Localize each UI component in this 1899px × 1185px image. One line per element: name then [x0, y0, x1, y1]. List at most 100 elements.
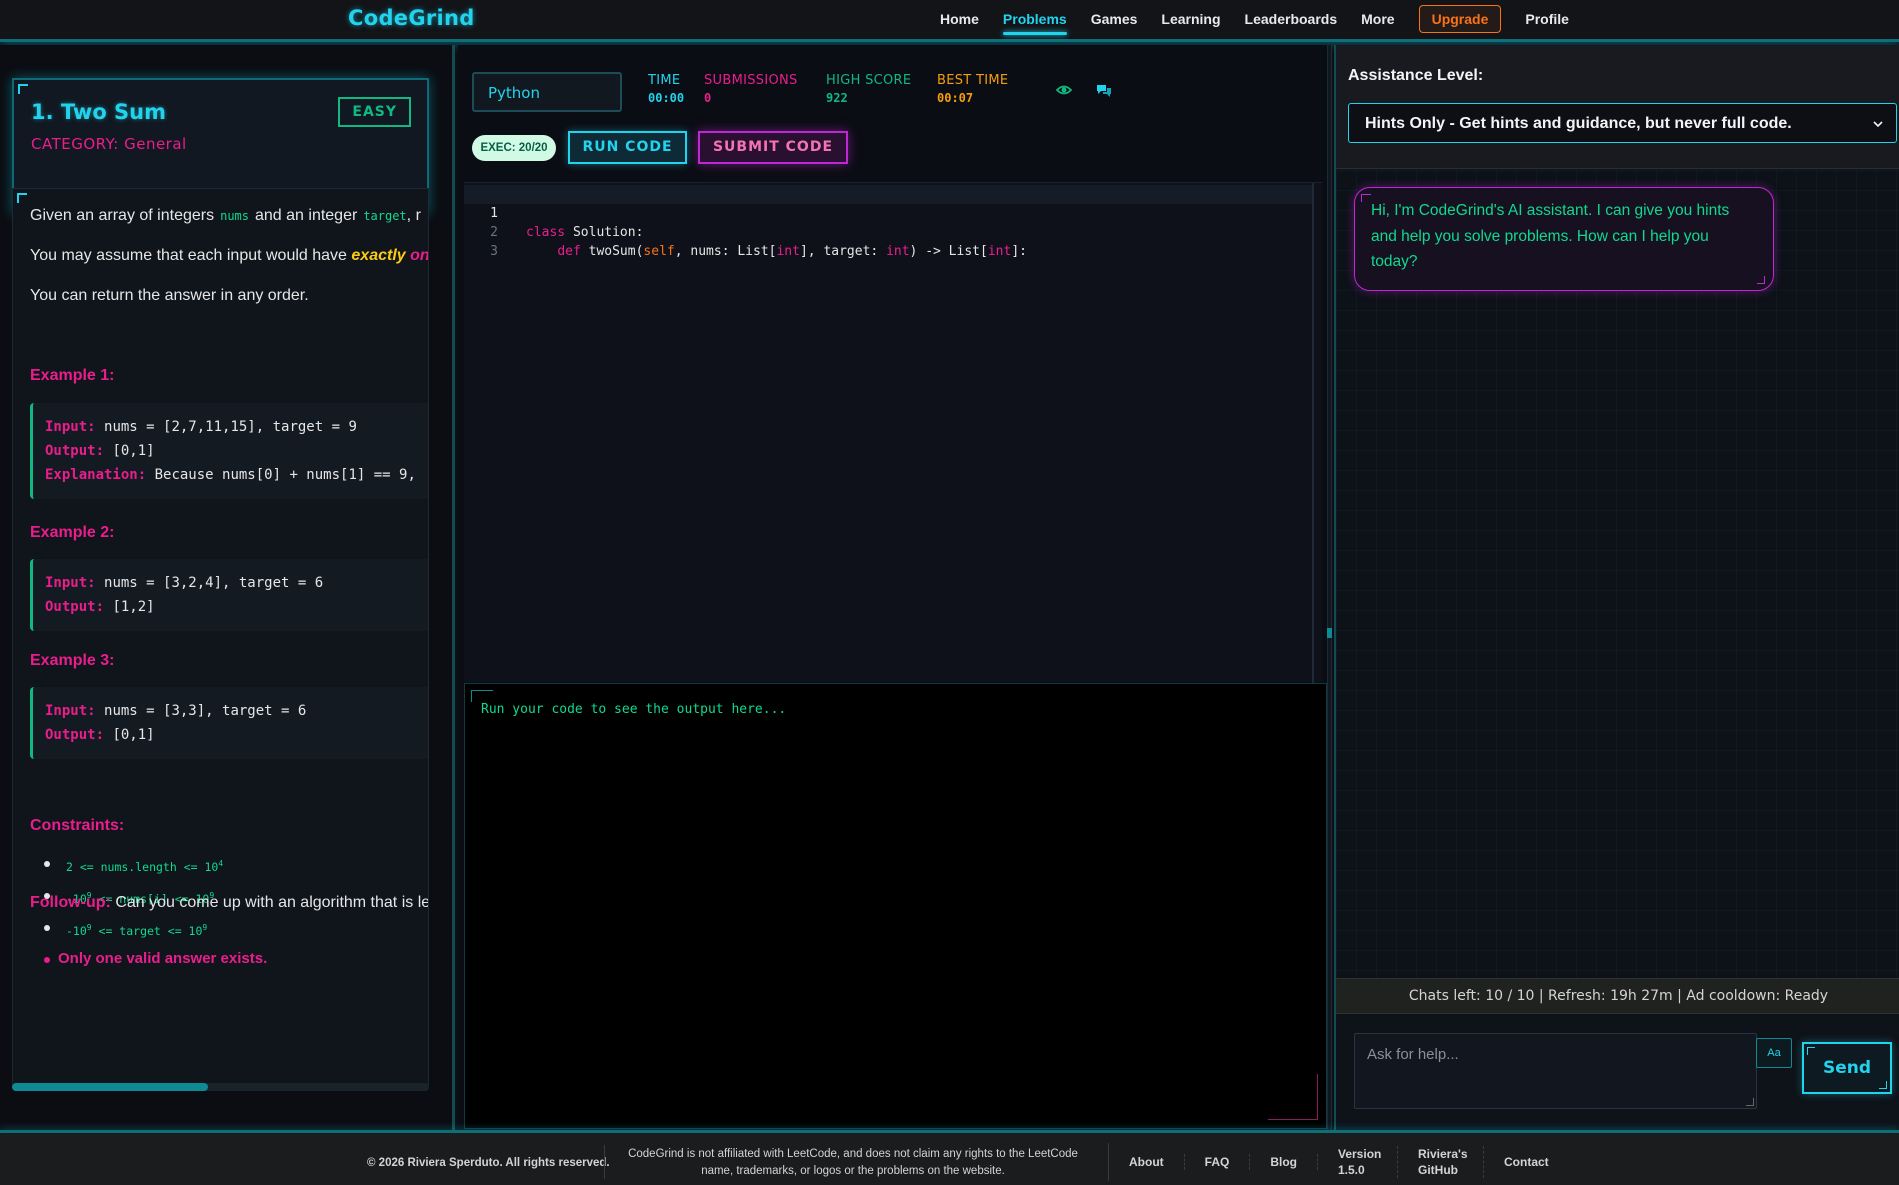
assistance-level-select[interactable]: Hints Only - Get hints and guidance, but…	[1348, 103, 1897, 143]
assistant-panel: Assistance Level: Hints Only - Get hints…	[1334, 45, 1899, 1132]
font-size-button[interactable]: Aa	[1756, 1038, 1792, 1068]
panel-splitter[interactable]	[1327, 45, 1332, 1132]
footer-link-about[interactable]: About	[1109, 1154, 1185, 1170]
constraints-heading: Constraints:	[30, 817, 125, 834]
output-console: Run your code to see the output here...	[464, 683, 1327, 1129]
constraint-exponent: 4	[218, 859, 224, 868]
constraint-text: -10	[66, 923, 87, 938]
example-label: Output:	[45, 727, 105, 743]
nav-menu: Home Problems Games Learning Leaderboard…	[940, 0, 1593, 38]
footer-separator	[604, 1145, 605, 1179]
followup-text: Can you come up with an algorithm that i…	[115, 894, 429, 911]
example-value: nums = [2,7,11,15], target = 9	[104, 419, 357, 435]
constraint-item: -109 <= target <= 109	[44, 918, 428, 950]
description-text: Given an array of integers	[30, 207, 215, 224]
assistance-level-bar: Assistance Level: Hints Only - Get hints…	[1336, 45, 1899, 169]
description-paragraph: You can return the answer in any order.	[30, 287, 309, 304]
corner-decoration	[18, 84, 28, 94]
emphasis-text: exactly	[351, 247, 406, 264]
description-text: and an integer	[255, 207, 358, 224]
nav-item-profile[interactable]: Profile	[1525, 11, 1569, 27]
assistance-level-value: Hints Only - Get hints and guidance, but…	[1365, 115, 1792, 132]
footer: © 2026 Riviera Sperduto. All rights rese…	[0, 1133, 1899, 1185]
example-heading: Example 2:	[30, 524, 115, 541]
example-value: [0,1]	[112, 443, 155, 459]
footer-link-github[interactable]: Riviera's GitHub	[1398, 1146, 1484, 1178]
corner-decoration	[1879, 1081, 1887, 1089]
nav-item-problems[interactable]: Problems	[1002, 11, 1067, 35]
message-text: Hi, I'm CodeGrind's AI assistant. I can …	[1371, 202, 1730, 270]
code-text: def twoSum(self, nums: List[int], target…	[557, 244, 1027, 259]
description-paragraph: You may assume that each input would hav…	[30, 247, 429, 265]
chat-quota-status: Chats left: 10 / 10 | Refresh: 19h 27m |…	[1336, 978, 1899, 1014]
stat-time: TIME 00:00	[648, 73, 684, 105]
resize-handle[interactable]	[1746, 1098, 1754, 1106]
example-block: Input: nums = [2,7,11,15], target = 9 Ou…	[30, 403, 428, 499]
constraint-item-highlight: Only one valid answer exists.	[44, 950, 428, 967]
logo[interactable]: CodeGrind	[348, 6, 475, 30]
example-block: Input: nums = [3,3], target = 6 Output: …	[30, 687, 428, 759]
inline-code: nums	[220, 209, 249, 223]
footer-link-version[interactable]: Version 1.5.0	[1318, 1146, 1398, 1178]
chat-icon[interactable]	[1096, 82, 1112, 98]
example-label: Input:	[45, 703, 96, 719]
stat-high-score: HIGH SCORE 922	[826, 73, 911, 105]
stat-label: HIGH SCORE	[826, 73, 912, 88]
stat-label: SUBMISSIONS	[704, 73, 798, 88]
nav-item-learning[interactable]: Learning	[1161, 11, 1220, 27]
constraint-text: <= target <= 10	[91, 923, 203, 938]
constraint-exponent: 9	[202, 923, 208, 932]
corner-decoration	[1807, 1047, 1815, 1055]
example-value: Because nums[0] + nums[1] == 9,	[154, 467, 416, 483]
example-value: nums = [3,2,4], target = 6	[104, 575, 324, 591]
footer-links: About FAQ Blog Version 1.5.0 Riviera's G…	[1108, 1143, 1569, 1181]
constraint-text: 2 <= nums.length <= 10	[66, 859, 219, 874]
send-button[interactable]: Send	[1802, 1042, 1892, 1094]
problem-title: 1. Two Sum	[31, 100, 167, 124]
problem-category: CATEGORY: General	[31, 135, 187, 153]
example-label: Explanation:	[45, 467, 147, 483]
stat-value: 0	[704, 91, 712, 105]
horizontal-scrollbar[interactable]	[12, 1083, 429, 1091]
copyright: © 2026 Riviera Sperduto. All rights rese…	[367, 1157, 610, 1169]
nav-item-more[interactable]: More	[1361, 11, 1394, 27]
problem-panel: 1. Two Sum EASY CATEGORY: General Given …	[0, 45, 455, 1132]
code-editor[interactable]: 1 class Solution: 2 def twoSum(self, num…	[464, 182, 1322, 683]
footer-link-faq[interactable]: FAQ	[1185, 1154, 1251, 1170]
assistant-message: Hi, I'm CodeGrind's AI assistant. I can …	[1354, 187, 1774, 291]
chat-input[interactable]: Ask for help...	[1354, 1033, 1757, 1109]
inline-code: target	[363, 209, 407, 223]
nav-item-leaderboards[interactable]: Leaderboards	[1245, 11, 1338, 27]
upgrade-button[interactable]: Upgrade	[1418, 5, 1502, 33]
example-heading: Example 3:	[30, 652, 115, 669]
editor-scrollbar[interactable]	[1312, 183, 1314, 683]
code-line: 3	[464, 223, 1314, 259]
stat-best-time: BEST TIME 00:07	[937, 73, 1008, 105]
eye-icon[interactable]	[1056, 82, 1072, 98]
code-line: 1 class Solution:	[464, 185, 1314, 240]
nav-item-home[interactable]: Home	[940, 11, 979, 27]
emphasis-text: one	[410, 247, 429, 264]
example-label: Input:	[45, 419, 96, 435]
nav-item-games[interactable]: Games	[1091, 11, 1138, 27]
scrollbar-thumb[interactable]	[12, 1083, 208, 1091]
send-button-label: Send	[1822, 1058, 1872, 1078]
footer-link-blog[interactable]: Blog	[1250, 1154, 1318, 1170]
chat-messages: Hi, I'm CodeGrind's AI assistant. I can …	[1336, 170, 1899, 978]
stat-label: TIME	[648, 73, 681, 88]
splitter-handle[interactable]	[1327, 628, 1332, 638]
submit-code-button[interactable]: SUBMIT CODE	[698, 131, 848, 164]
constraint-item: 2 <= nums.length <= 104	[44, 854, 428, 886]
example-label: Input:	[45, 575, 96, 591]
disclaimer: CodeGrind is not affiliated with LeetCod…	[628, 1148, 1078, 1177]
problem-description[interactable]: Given an array of integers nums and an int…	[12, 188, 429, 1085]
language-select[interactable]: Python	[472, 72, 622, 112]
example-value: [0,1]	[112, 727, 155, 743]
top-navbar: CodeGrind Home Problems Games Learning L…	[0, 0, 1899, 42]
footer-link-contact[interactable]: Contact	[1484, 1154, 1569, 1170]
corner-decoration	[471, 690, 493, 702]
run-code-button[interactable]: RUN CODE	[568, 131, 687, 164]
code-line: 2 def twoSum(self, nums: List[int], targ…	[464, 204, 1314, 259]
difficulty-badge: EASY	[338, 97, 411, 127]
description-paragraph: Given an array of integers nums and an int…	[30, 207, 421, 225]
